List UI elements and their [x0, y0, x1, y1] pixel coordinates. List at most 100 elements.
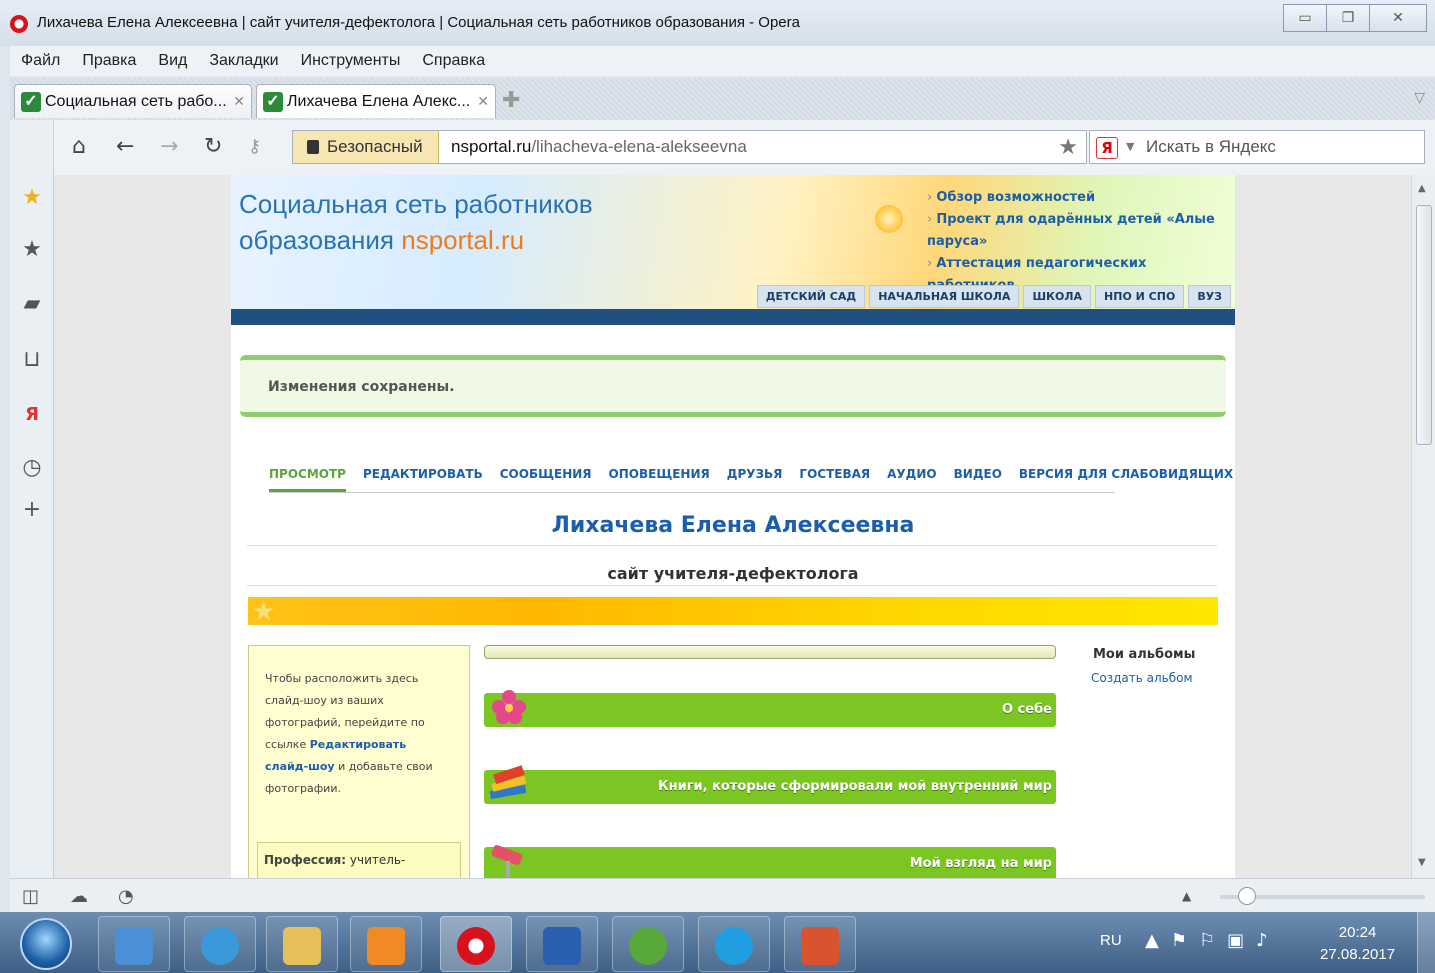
speaker-icon [115, 927, 153, 965]
profile-tabs: ПРОСМОТР РЕДАКТИРОВАТЬ СООБЩЕНИЯ ОПОВЕЩЕ… [269, 467, 1233, 493]
yandex-icon[interactable]: Я [1096, 137, 1118, 159]
scroll-up-icon[interactable]: ▲ [1418, 183, 1426, 194]
search-placeholder: Искать в Яндекс [1146, 137, 1276, 156]
section-worldview[interactable]: Мой взгляд на мир [484, 845, 1056, 878]
clock-date: 27.08.2017 [1320, 946, 1396, 963]
downloads-icon[interactable]: ⊔ [20, 348, 44, 372]
speed-dial-star-icon[interactable]: ★ [20, 186, 44, 210]
menu-tools[interactable]: Инструменты [301, 52, 401, 70]
home-icon[interactable]: ⌂ [72, 136, 86, 158]
section-books[interactable]: Книги, которые сформировали мой внутренн… [484, 765, 1056, 804]
level-primary-school[interactable]: НАЧАЛЬНАЯ ШКОЛА [869, 285, 1020, 308]
tab-low-vision[interactable]: ВЕРСИЯ ДЛЯ СЛАБОВИДЯЩИХ [1019, 467, 1233, 492]
tab-guestbook[interactable]: ГОСТЕВАЯ [799, 467, 870, 492]
taskbar-word[interactable] [526, 916, 598, 972]
menu-bookmarks[interactable]: Закладки [209, 52, 278, 70]
history-clock-icon[interactable]: ◷ [20, 456, 44, 480]
tab-friends[interactable]: ДРУЗЬЯ [727, 467, 783, 492]
taskbar-internet-explorer[interactable] [184, 916, 256, 972]
education-levels-nav: ДЕТСКИЙ САД НАЧАЛЬНАЯ ШКОЛА ШКОЛА НПО И … [753, 285, 1231, 308]
scroll-thumb[interactable] [1416, 205, 1432, 445]
system-clock[interactable]: 20:24 27.08.2017 [1320, 922, 1395, 966]
search-field[interactable]: Я ▼ Искать в Яндекс [1089, 130, 1425, 164]
tab-edit[interactable]: РЕДАКТИРОВАТЬ [363, 467, 483, 492]
system-tray-icons[interactable]: ▲⚑⚐▣♪ [1145, 930, 1280, 951]
language-indicator[interactable]: RU [1100, 932, 1122, 949]
section-about[interactable]: О себе [484, 690, 1056, 727]
header-divider [231, 309, 1235, 325]
new-tab-icon[interactable]: ✚ [502, 88, 520, 113]
section-label: О себе [1002, 702, 1052, 717]
tab-audio[interactable]: АУДИО [887, 467, 936, 492]
header-link[interactable]: Проект для одарённых детей «Алые паруса» [927, 209, 1227, 253]
menu-edit[interactable]: Правка [82, 52, 136, 70]
logo-accent: nsportal.ru [401, 225, 525, 255]
close-tab-icon[interactable]: ✕ [233, 93, 245, 110]
level-university[interactable]: ВУЗ [1188, 285, 1231, 308]
forward-icon[interactable]: → [160, 136, 178, 158]
slideshow-placeholder: Чтобы расположить здесь слайд-шоу из ваш… [248, 645, 470, 878]
show-desktop-button[interactable] [1417, 912, 1435, 973]
taskbar-media-player[interactable] [98, 916, 170, 972]
scroll-down-icon[interactable]: ▼ [1418, 857, 1426, 868]
zoom-slider-knob[interactable] [1238, 887, 1256, 905]
tab-menu-chevron-icon[interactable]: ▽ [1414, 90, 1425, 106]
start-button[interactable] [20, 918, 72, 970]
yandex-panel-icon[interactable]: Я [20, 403, 44, 427]
level-vocational[interactable]: НПО И СПО [1095, 285, 1185, 308]
menu-view[interactable]: Вид [158, 52, 187, 70]
vertical-scrollbar[interactable]: ▲ ▼ [1411, 175, 1435, 878]
taskbar-player[interactable] [350, 916, 422, 972]
bookmark-star-icon[interactable]: ★ [1058, 135, 1078, 160]
notes-icon[interactable]: ▰ [20, 292, 44, 316]
albums-title: Мои альбомы [1093, 647, 1196, 662]
zoom-up-icon[interactable]: ▲ [1182, 889, 1191, 903]
site-logo-line1[interactable]: Социальная сеть работников [239, 189, 593, 220]
reload-icon[interactable]: ↻ [204, 136, 222, 158]
taskbar-utorrent[interactable] [612, 916, 684, 972]
add-panel-icon[interactable]: + [20, 498, 44, 522]
level-kindergarten[interactable]: ДЕТСКИЙ САД [756, 285, 866, 308]
menu-file[interactable]: Файл [21, 52, 60, 70]
taskbar-skype[interactable] [698, 916, 770, 972]
maximize-button[interactable]: ❐ [1326, 4, 1370, 32]
url-path: /lihacheva-elena-alekseevna [531, 137, 747, 156]
bookmarks-star-icon[interactable]: ★ [20, 238, 44, 262]
header-link[interactable]: Обзор возможностей [927, 187, 1227, 209]
page-viewport: Социальная сеть работников образования n… [54, 175, 1411, 878]
tab-video[interactable]: ВИДЕО [954, 467, 1002, 492]
back-icon[interactable]: ← [116, 136, 134, 158]
url-text: nsportal.ru/lihacheva-elena-alekseevna [451, 137, 747, 157]
tab-messages[interactable]: СООБЩЕНИЯ [500, 467, 592, 492]
opera-logo-icon [10, 15, 28, 33]
level-school[interactable]: ШКОЛА [1023, 285, 1092, 308]
play-icon [367, 927, 405, 965]
taskbar-explorer[interactable] [266, 916, 338, 972]
close-button[interactable]: ✕ [1369, 4, 1427, 32]
taskbar-presentation[interactable] [784, 916, 856, 972]
slideshow-text: Чтобы расположить здесь слайд-шоу из ваш… [265, 668, 450, 800]
profession-box: Профессия: учитель- [257, 842, 461, 878]
create-album-link[interactable]: Создать альбом [1091, 671, 1193, 685]
site-logo-line2[interactable]: образования nsportal.ru [239, 225, 524, 256]
tab-notifications[interactable]: ОПОВЕЩЕНИЯ [609, 467, 710, 492]
decorative-gold-bar: ★ [248, 597, 1218, 627]
search-engine-dropdown-icon[interactable]: ▼ [1126, 140, 1134, 153]
panel-toggle-icon[interactable]: ◫ [22, 886, 39, 907]
address-field[interactable]: Безопасный nsportal.ru/lihacheva-elena-a… [292, 130, 1087, 164]
close-tab-icon[interactable]: ✕ [477, 93, 489, 110]
security-badge[interactable]: Безопасный [293, 131, 439, 163]
minimize-button[interactable]: ▭ [1283, 4, 1327, 32]
browser-tab-profile[interactable]: ✓ Лихачева Елена Алекс... ✕ [256, 84, 496, 118]
clock-time: 20:24 [1338, 924, 1377, 941]
browser-tab-social-network[interactable]: ✓ Социальная сеть рабо... ✕ [14, 84, 252, 118]
key-icon[interactable]: ⚷ [248, 136, 261, 158]
tab-view[interactable]: ПРОСМОТР [269, 467, 346, 492]
speed-gauge-icon[interactable]: ◔ [118, 886, 134, 907]
turbo-cloud-icon[interactable]: ☁ [70, 886, 88, 907]
skype-icon [715, 927, 753, 965]
taskbar-opera[interactable] [440, 916, 512, 972]
profession-label: Профессия: [264, 853, 347, 867]
menu-help[interactable]: Справка [422, 52, 485, 70]
divider [247, 545, 1217, 546]
